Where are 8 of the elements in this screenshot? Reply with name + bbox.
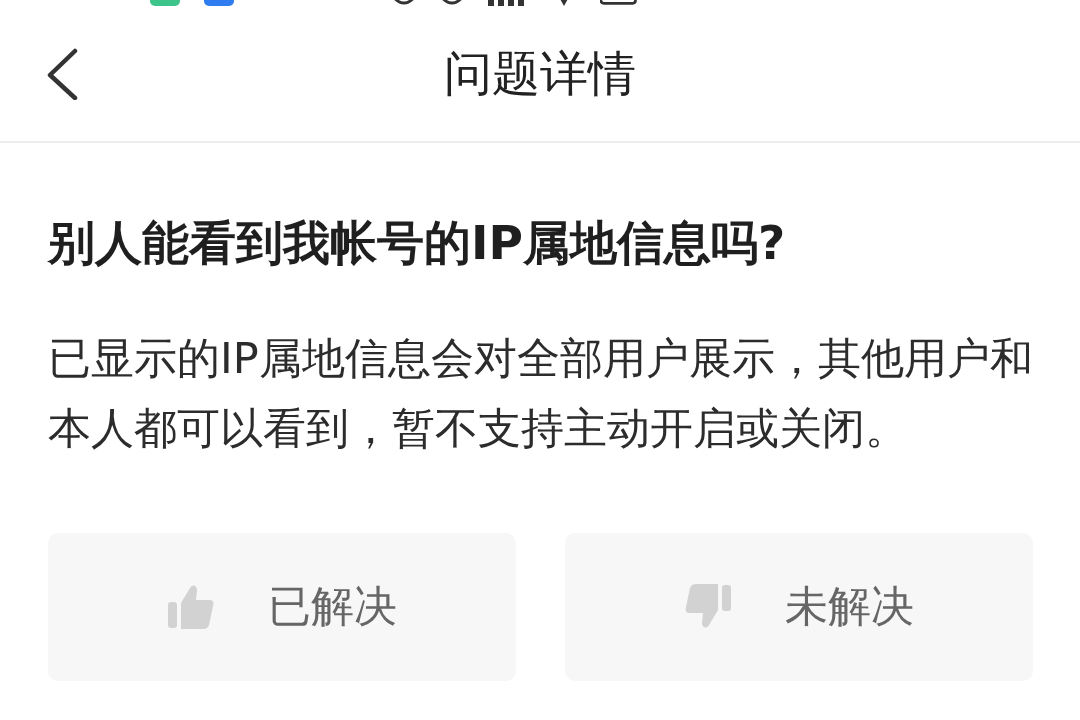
thumbs-down-icon — [684, 584, 731, 630]
unsolved-button[interactable]: 未解决 — [565, 533, 1033, 681]
thumbs-up-icon — [167, 584, 214, 630]
solved-button[interactable]: 已解决 — [48, 533, 516, 681]
answer-text: 已显示的IP属地信息会对全部用户展示，其他用户和本人都可以看到，暂不支持主动开启或关闭。 — [48, 332, 1034, 455]
question-title: 别人能看到我帐号的IP属地信息吗? — [48, 214, 787, 272]
page-title: 问题详情 — [444, 44, 636, 103]
back-chevron-icon — [46, 47, 78, 100]
